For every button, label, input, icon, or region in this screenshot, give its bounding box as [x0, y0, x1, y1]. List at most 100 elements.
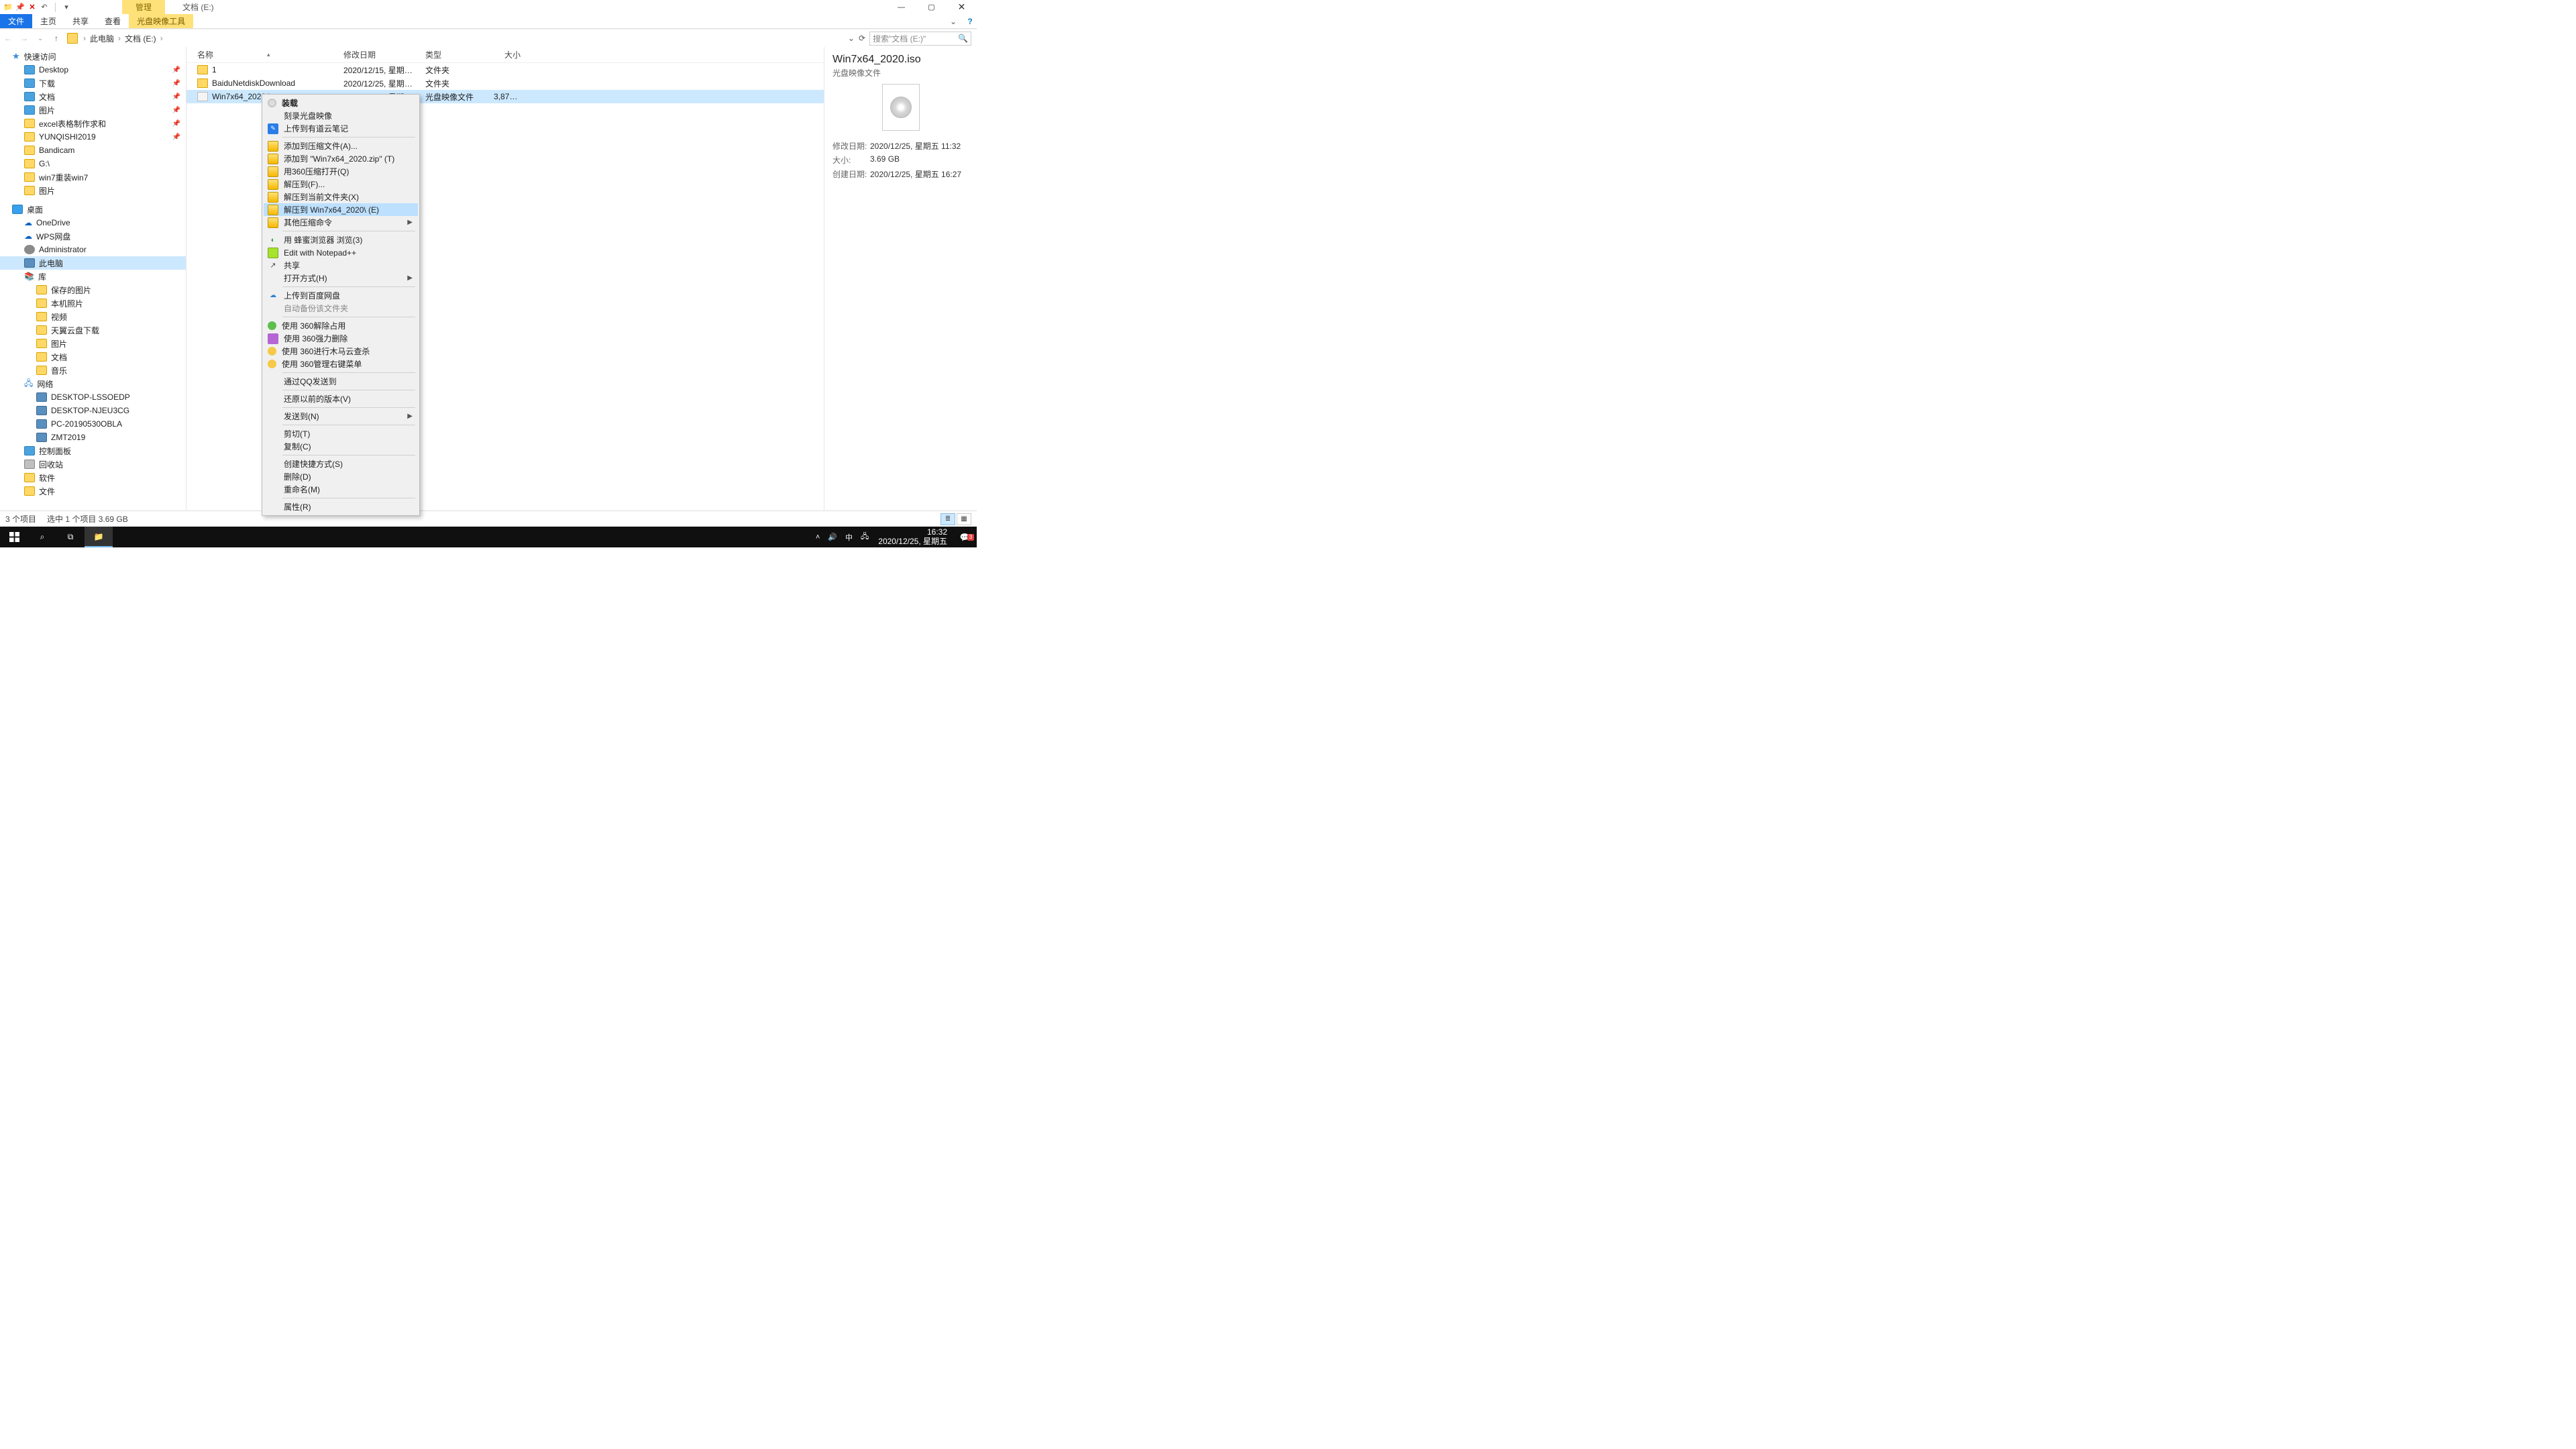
tree-item-this-pc[interactable]: 此电脑 [0, 256, 186, 270]
home-tab[interactable]: 主页 [32, 14, 64, 28]
minimize-button[interactable]: — [886, 0, 916, 14]
task-view-button[interactable]: ⧉ [56, 527, 85, 547]
tree-item[interactable]: 图片📌 [0, 103, 186, 117]
tree-item[interactable]: 文档📌 [0, 90, 186, 103]
tree-item[interactable]: 文档 [0, 350, 186, 364]
tree-item[interactable]: DESKTOP-NJEU3CG [0, 404, 186, 417]
network-icon[interactable]: 🖧 [857, 531, 873, 543]
ctx-browser[interactable]: ◐用 蜂蜜浏览器 浏览(3) [264, 233, 418, 246]
ctx-360-menu-manage[interactable]: 使用 360管理右键菜单 [264, 358, 418, 370]
volume-icon[interactable]: 🔊 [824, 533, 841, 541]
details-view-icon[interactable]: ≣ [941, 513, 955, 525]
tree-item[interactable]: excel表格制作求和📌 [0, 117, 186, 130]
ctx-share[interactable]: ↗共享 [264, 259, 418, 272]
ctx-restore-previous[interactable]: 还原以前的版本(V) [264, 392, 418, 405]
ctx-properties[interactable]: 属性(R) [264, 500, 418, 513]
ctx-rename[interactable]: 重命名(M) [264, 483, 418, 496]
ctx-extract-here[interactable]: 解压到当前文件夹(X) [264, 191, 418, 203]
tree-item[interactable]: G:\ [0, 157, 186, 170]
disc-tools-tab[interactable]: 光盘映像工具 [129, 14, 193, 28]
desktop-root[interactable]: 桌面 [0, 203, 186, 216]
ctx-open-360zip[interactable]: 用360压缩打开(Q) [264, 165, 418, 178]
maximize-button[interactable]: ▢ [916, 0, 947, 14]
qat-customize-icon[interactable]: ▾ [62, 3, 70, 11]
ctx-notepadpp[interactable]: Edit with Notepad++ [264, 246, 418, 259]
action-center-icon[interactable]: 💬3 [953, 533, 977, 542]
tree-item[interactable]: 文件 [0, 484, 186, 498]
tree-item[interactable]: 回收站 [0, 458, 186, 471]
ctx-open-with[interactable]: 打开方式(H)▶ [264, 272, 418, 284]
crumb-sep-icon[interactable]: › [115, 34, 123, 43]
tray-overflow-icon[interactable]: ˄ [812, 533, 824, 541]
tree-item[interactable]: Administrator [0, 243, 186, 256]
ctx-qq-send[interactable]: 通过QQ发送到 [264, 375, 418, 388]
col-type[interactable]: 类型 [415, 49, 483, 60]
tree-item[interactable]: 图片 [0, 337, 186, 350]
col-size[interactable]: 大小 [483, 49, 527, 60]
crumb-sep-icon[interactable]: › [158, 34, 166, 43]
ctx-360-unlock[interactable]: 使用 360解除占用 [264, 319, 418, 332]
tree-item[interactable]: ☁WPS网盘 [0, 229, 186, 243]
ctx-extract-to[interactable]: 解压到(F)... [264, 178, 418, 191]
ctx-360-force-delete[interactable]: 使用 360强力删除 [264, 332, 418, 345]
tree-item[interactable]: 视频 [0, 310, 186, 323]
close-button[interactable]: ✕ [947, 0, 977, 14]
start-button[interactable] [0, 527, 28, 547]
ctx-add-to-named-zip[interactable]: 添加到 "Win7x64_2020.zip" (T) [264, 152, 418, 165]
ctx-other-zip[interactable]: 其他压缩命令▶ [264, 216, 418, 229]
col-name[interactable]: 名称▴ [186, 49, 333, 60]
tree-item[interactable]: YUNQISHI2019📌 [0, 130, 186, 144]
quick-access-root[interactable]: ★快速访问 [0, 50, 186, 63]
tree-item-library[interactable]: 📚库 [0, 270, 186, 283]
tree-item[interactable]: Bandicam [0, 144, 186, 157]
tree-item[interactable]: ZMT2019 [0, 431, 186, 444]
file-row[interactable]: BaiduNetdiskDownload 2020/12/25, 星期五 1..… [186, 76, 824, 90]
crumb-sep-icon[interactable]: › [80, 34, 89, 43]
tree-item[interactable]: PC-20190530OBLA [0, 417, 186, 431]
tree-item[interactable]: 下载📌 [0, 76, 186, 90]
col-date[interactable]: 修改日期 [333, 49, 415, 60]
file-tab[interactable]: 文件 [0, 14, 32, 28]
close-file-icon[interactable]: ✕ [28, 3, 36, 11]
ribbon-collapse-icon[interactable]: ⌄ [943, 14, 963, 28]
undo-icon[interactable]: ↶ [40, 3, 48, 11]
tree-item[interactable]: 保存的图片 [0, 283, 186, 297]
taskbar-clock[interactable]: 16:32 2020/12/25, 星期五 [873, 528, 953, 547]
ctx-copy[interactable]: 复制(C) [264, 440, 418, 453]
crumb-pc[interactable]: 此电脑 [89, 33, 115, 44]
tree-item-network[interactable]: 🖧网络 [0, 377, 186, 390]
ctx-extract-to-folder[interactable]: 解压到 Win7x64_2020\ (E) [264, 203, 418, 216]
pin-icon[interactable]: 📌 [16, 3, 24, 11]
tree-item[interactable]: 软件 [0, 471, 186, 484]
ctx-create-shortcut[interactable]: 创建快捷方式(S) [264, 458, 418, 470]
tree-item[interactable]: 本机照片 [0, 297, 186, 310]
ctx-baidu-upload[interactable]: ☁上传到百度网盘 [264, 289, 418, 302]
ctx-burn[interactable]: 刻录光盘映像 [264, 109, 418, 122]
tree-item[interactable]: DESKTOP-LSSOEDP [0, 390, 186, 404]
tree-item[interactable]: win7重装win7 [0, 170, 186, 184]
back-button[interactable]: ← [0, 34, 16, 43]
ctx-add-to-archive[interactable]: 添加到压缩文件(A)... [264, 140, 418, 152]
search-button[interactable]: ⌕ [28, 527, 56, 547]
tree-item[interactable]: Desktop📌 [0, 63, 186, 76]
taskbar-explorer[interactable]: 📁 [85, 527, 113, 547]
address-dropdown-icon[interactable]: ⌄ [848, 34, 855, 43]
up-button[interactable]: ↑ [48, 34, 64, 43]
tree-item[interactable]: 图片 [0, 184, 186, 197]
search-input[interactable]: 搜索"文档 (E:)" 🔍 [869, 32, 971, 46]
file-row[interactable]: 1 2020/12/15, 星期二 1... 文件夹 [186, 63, 824, 76]
help-icon[interactable]: ? [963, 14, 977, 28]
recent-dropdown[interactable]: ⌄ [32, 35, 48, 42]
tree-item[interactable]: 音乐 [0, 364, 186, 377]
ctx-delete[interactable]: 删除(D) [264, 470, 418, 483]
ctx-cut[interactable]: 剪切(T) [264, 427, 418, 440]
ctx-mount[interactable]: 装载 [264, 97, 418, 109]
tree-item[interactable]: 控制面板 [0, 444, 186, 458]
large-icons-view-icon[interactable]: ▦ [957, 513, 971, 525]
crumb-drive[interactable]: 文档 (E:) [123, 33, 158, 44]
tree-item[interactable]: 天翼云盘下载 [0, 323, 186, 337]
ime-indicator[interactable]: 中 [841, 532, 857, 543]
share-tab[interactable]: 共享 [64, 14, 97, 28]
forward-button[interactable]: → [16, 34, 32, 43]
breadcrumb[interactable]: › 此电脑 › 文档 (E:) › [64, 33, 848, 44]
